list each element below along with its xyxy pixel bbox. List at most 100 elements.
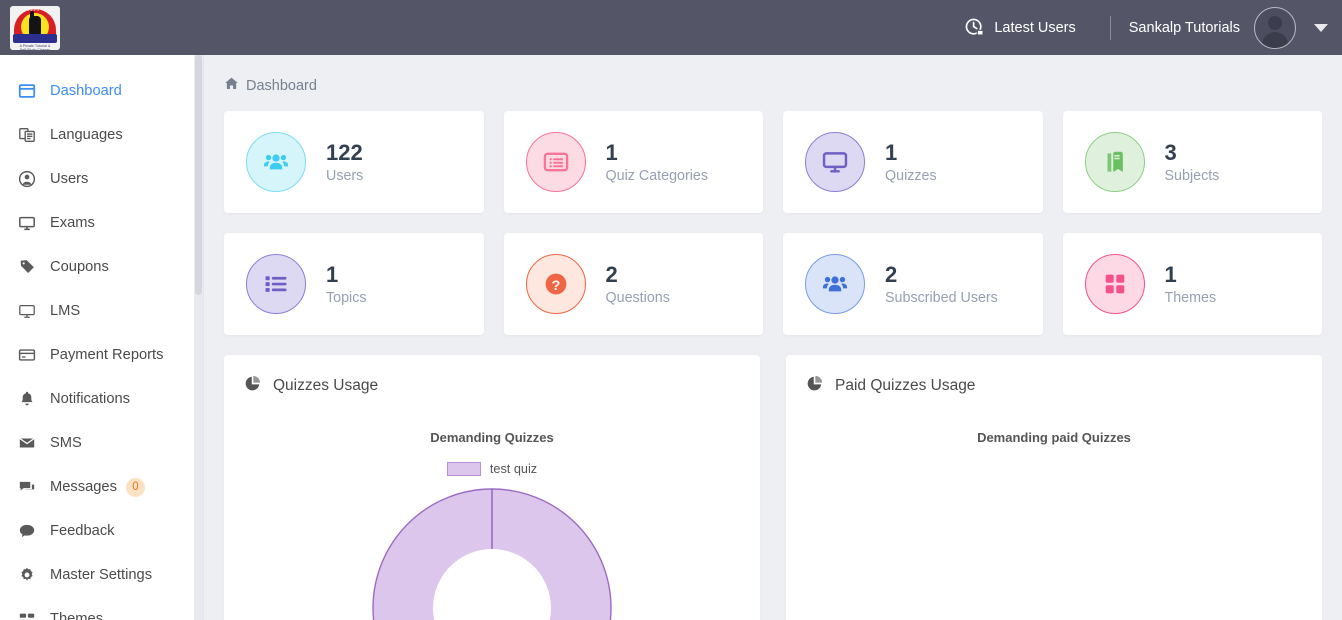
stat-value: 1: [885, 139, 898, 165]
stat-label: Topics: [326, 290, 367, 307]
chart-title: Demanding Quizzes: [430, 430, 554, 445]
sidebar-item-label: Users: [50, 171, 89, 187]
svg-text:?: ?: [551, 278, 560, 294]
donut-chart[interactable]: [224, 488, 760, 620]
brand-logo-area[interactable]: सांकल्प A Private Tutorial & Self Study …: [0, 0, 200, 55]
charts-row: Quizzes Usage Demanding Quizzes test qui…: [204, 335, 1342, 620]
sidebar-scrollbar-thumb[interactable]: [195, 55, 202, 295]
breadcrumb: Dashboard: [204, 55, 1342, 95]
sidebar-item-label: Payment Reports: [50, 347, 164, 363]
stat-card-quizzes[interactable]: 1 Quizzes: [783, 111, 1043, 213]
legend-swatch: [446, 462, 481, 476]
sidebar-item-exams[interactable]: Exams: [0, 201, 203, 245]
clock-users-icon: [964, 17, 985, 38]
sidebar-item-languages[interactable]: Languages: [0, 113, 203, 157]
chart-title: Demanding paid Quizzes: [977, 430, 1131, 445]
stat-label: Subscribed Users: [885, 290, 998, 307]
users-icon: [805, 254, 865, 314]
stat-card-quiz-categories[interactable]: 1 Quiz Categories: [503, 111, 763, 213]
pie-chart-icon: [244, 375, 261, 397]
sidebar-item-payment-reports[interactable]: Payment Reports: [0, 333, 203, 377]
bell-icon: [18, 390, 48, 408]
stat-value: 1: [326, 261, 339, 287]
latest-users-button[interactable]: Latest Users: [948, 17, 1091, 38]
gear-icon: [18, 566, 48, 584]
list-ul-icon: [246, 254, 306, 314]
chart-legend[interactable]: test quiz: [224, 462, 760, 476]
stat-value: 1: [1164, 261, 1177, 287]
languages-icon: [18, 126, 48, 144]
panel-header: Paid Quizzes Usage: [786, 355, 1322, 397]
chart-paid-quizzes-usage[interactable]: Demanding paid Quizzes: [786, 430, 1322, 620]
sidebar-item-label: Dashboard: [50, 83, 122, 99]
panel-title: Quizzes Usage: [273, 377, 379, 394]
chart-quizzes-usage[interactable]: Demanding Quizzes test quiz: [224, 430, 760, 620]
donut-svg: [372, 488, 612, 620]
sidebar-item-label: Exams: [50, 215, 95, 231]
sidebar-item-themes[interactable]: Themes: [0, 597, 203, 620]
pie-chart-icon: [806, 375, 823, 397]
top-header-bar: सांकल्प A Private Tutorial & Self Study …: [0, 0, 1342, 55]
list-box-icon: [525, 132, 586, 192]
site-logo-icon[interactable]: सांकल्प A Private Tutorial & Self Study …: [10, 5, 60, 50]
stat-label: Users: [326, 168, 364, 185]
sidebar-item-label: LMS: [50, 303, 81, 319]
header-divider: [1109, 15, 1111, 40]
chevron-down-icon[interactable]: [1314, 23, 1328, 32]
stat-card-questions[interactable]: ? 2 Questions: [503, 233, 763, 335]
users-icon: [246, 132, 306, 192]
sidebar-item-messages[interactable]: Messages 0: [0, 465, 203, 509]
sidebar-item-master-settings[interactable]: Master Settings: [0, 553, 203, 597]
stat-value: 1: [605, 139, 618, 165]
comment-icon: [18, 522, 48, 540]
stat-label: Themes: [1164, 290, 1217, 307]
sidebar-item-label: SMS: [50, 435, 82, 451]
stat-card-subjects[interactable]: 3 Subjects: [1062, 111, 1322, 213]
stat-card-subscribed-users[interactable]: 2 Subscribed Users: [783, 233, 1043, 335]
home-icon[interactable]: [224, 76, 239, 95]
sidebar-item-dashboard[interactable]: Dashboard: [0, 69, 203, 113]
sidebar-item-feedback[interactable]: Feedback: [0, 509, 203, 553]
sidebar-item-label: Feedback: [50, 523, 115, 539]
stat-label: Quiz Categories: [605, 168, 709, 185]
monitor-icon: [805, 132, 865, 192]
stat-label: Questions: [605, 290, 670, 307]
sidebar-item-label: Messages: [50, 479, 117, 495]
monitor-icon: [18, 214, 48, 232]
sidebar-item-sms[interactable]: SMS: [0, 421, 203, 465]
grid-icon: [18, 610, 48, 620]
breadcrumb-label: Dashboard: [246, 77, 317, 94]
stat-label: Quizzes: [885, 168, 937, 185]
avatar[interactable]: [1254, 6, 1296, 49]
stat-label: Subjects: [1164, 168, 1220, 185]
stat-card-themes[interactable]: 1 Themes: [1062, 233, 1322, 335]
sidebar-item-label: Languages: [50, 127, 123, 143]
user-icon: [18, 170, 48, 188]
dashboard-icon: [18, 82, 48, 100]
header-right-tools: Latest Users Sankalp Tutorials: [948, 0, 1342, 55]
envelope-icon: [18, 434, 48, 452]
sidebar: Dashboard Languages Users Exams Coupons …: [0, 55, 204, 620]
logo-banner-text: सांकल्प: [24, 6, 40, 13]
stat-card-users[interactable]: 122 Users: [224, 111, 484, 213]
account-name: Sankalp Tutorials: [1128, 19, 1240, 36]
sidebar-nav: Dashboard Languages Users Exams Coupons …: [0, 55, 203, 620]
tag-icon: [18, 258, 48, 276]
sidebar-scrollbar[interactable]: [194, 55, 203, 620]
monitor-outline-icon: [18, 302, 48, 320]
logo-sub-text: A Private Tutorial & Self Study Classes: [19, 43, 51, 50]
legend-label: test quiz: [489, 462, 538, 476]
panel-quizzes-usage: Quizzes Usage Demanding Quizzes test qui…: [224, 355, 760, 620]
sidebar-item-label: Coupons: [50, 259, 109, 275]
sidebar-item-users[interactable]: Users: [0, 157, 203, 201]
main-content: Dashboard 122 Users 1 Quiz Categories 1 …: [204, 55, 1342, 620]
sidebar-item-label: Master Settings: [50, 567, 153, 583]
stat-card-topics[interactable]: 1 Topics: [224, 233, 484, 335]
stat-value: 2: [605, 261, 618, 287]
stat-value: 3: [1164, 139, 1177, 165]
sidebar-item-notifications[interactable]: Notifications: [0, 377, 203, 421]
panel-paid-quizzes-usage: Paid Quizzes Usage Demanding paid Quizze…: [786, 355, 1322, 620]
sidebar-item-coupons[interactable]: Coupons: [0, 245, 203, 289]
stat-value: 122: [326, 139, 363, 165]
sidebar-item-lms[interactable]: LMS: [0, 289, 203, 333]
